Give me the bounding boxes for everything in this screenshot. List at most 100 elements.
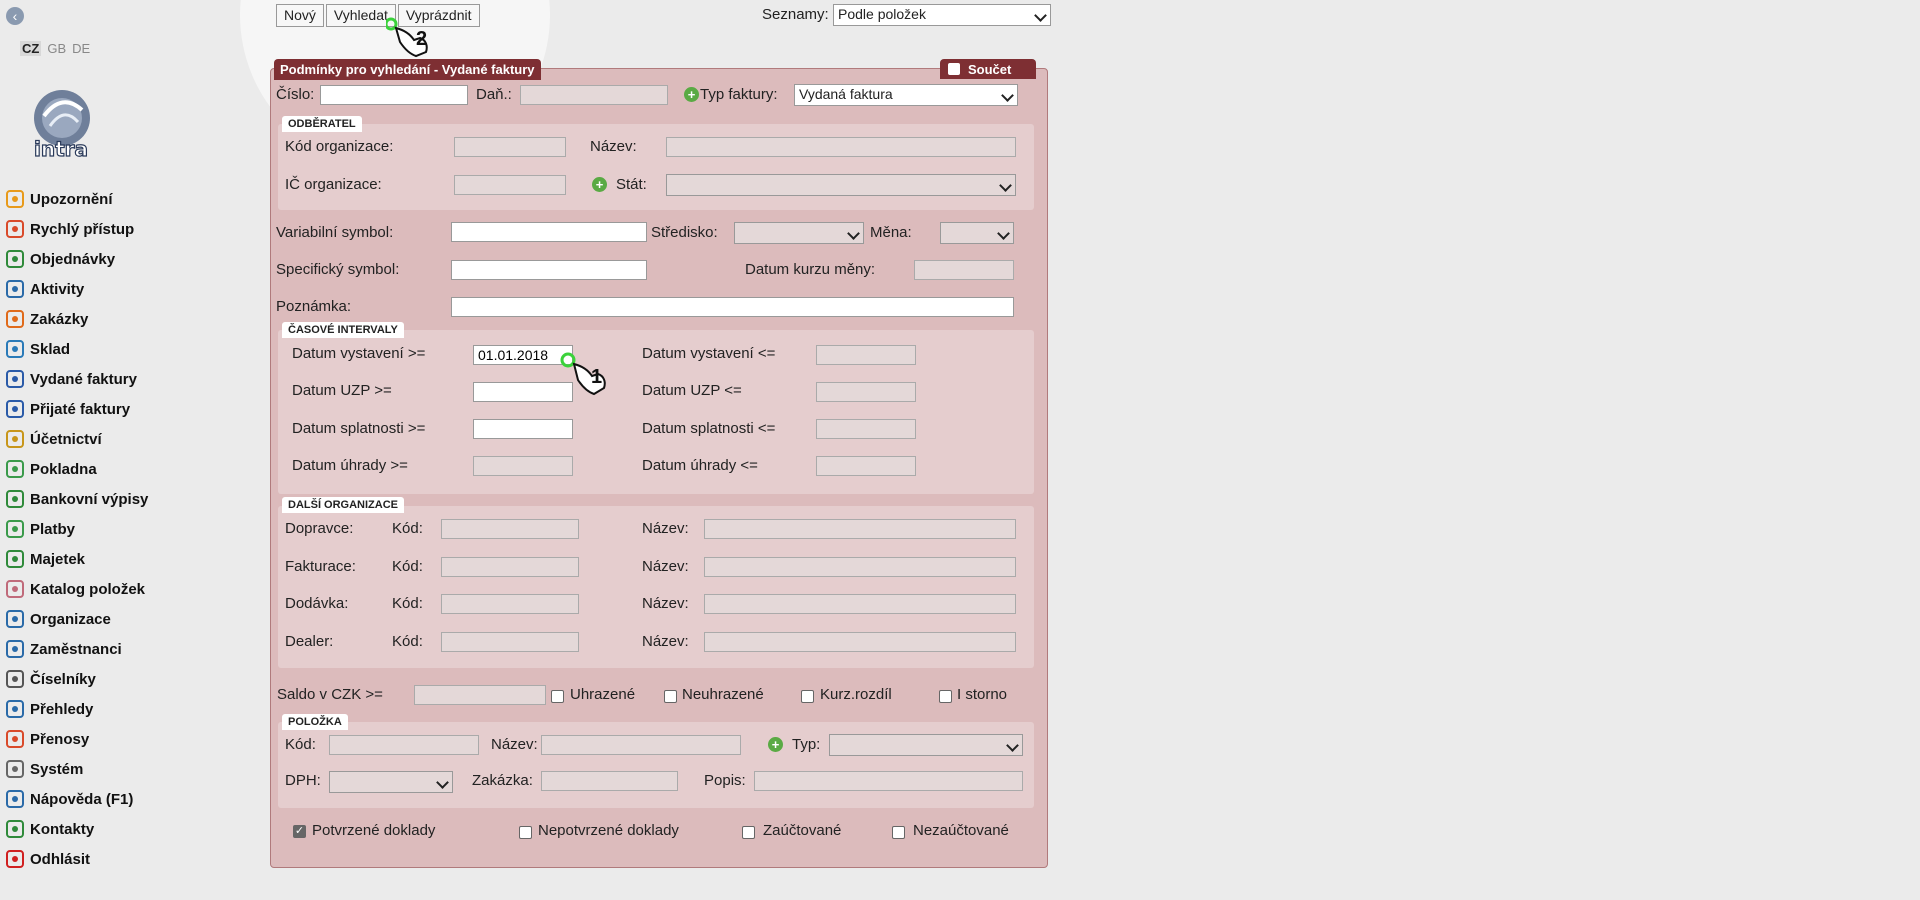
- exchange-date-input[interactable]: [914, 260, 1014, 280]
- menu-item[interactable]: Upozornění: [4, 184, 244, 214]
- menu-item-label: Systém: [30, 760, 84, 778]
- item-code-input[interactable]: [329, 735, 479, 755]
- menu-item[interactable]: Platby: [4, 514, 244, 544]
- bank-icon: [4, 488, 26, 510]
- menu-item[interactable]: Přenosy: [4, 724, 244, 754]
- help-icon: [4, 788, 26, 810]
- menu-item[interactable]: Katalog položek: [4, 574, 244, 604]
- menu-item[interactable]: Nápověda (F1): [4, 784, 244, 814]
- order-input[interactable]: [541, 771, 678, 791]
- org-name-label: Název:: [590, 138, 637, 155]
- tax-input[interactable]: [520, 85, 668, 105]
- other-org-code-input[interactable]: [441, 631, 579, 652]
- power-icon: [4, 848, 26, 870]
- lang-de[interactable]: DE: [72, 41, 90, 56]
- menu-item[interactable]: Zaměstnanci: [4, 634, 244, 664]
- variable-symbol-label: Variabilní symbol:: [276, 224, 394, 241]
- description-input[interactable]: [754, 771, 1023, 791]
- unpaid-checkbox[interactable]: [664, 690, 677, 703]
- menu-item[interactable]: Aktivity: [4, 274, 244, 304]
- invoice-number-input[interactable]: [320, 85, 468, 105]
- language-switcher: CZ GB DE: [20, 41, 96, 56]
- menu-item[interactable]: Pokladna: [4, 454, 244, 484]
- other-org-name-input[interactable]: [704, 594, 1016, 614]
- chevron-down-icon: [997, 227, 1010, 240]
- confirmed-checkbox[interactable]: ✓: [293, 825, 306, 838]
- specific-symbol-input[interactable]: [451, 260, 647, 280]
- other-org-code-input[interactable]: [441, 519, 579, 539]
- country-select[interactable]: [666, 174, 1016, 196]
- menu-item[interactable]: Systém: [4, 754, 244, 784]
- menu-item[interactable]: Odhlásit: [4, 844, 244, 874]
- lists-select[interactable]: Podle položek: [833, 4, 1051, 26]
- back-arrow-icon[interactable]: ‹: [6, 7, 24, 25]
- sum-toggle[interactable]: Součet: [940, 59, 1036, 79]
- menu-item[interactable]: Přehledy: [4, 694, 244, 724]
- uzp-date-from-input[interactable]: [473, 382, 573, 402]
- new-button[interactable]: Nový: [276, 4, 324, 27]
- main-menu: Upozornění Rychlý přístup Objednávky Aktivi…: [4, 184, 244, 874]
- payment-date-to-input[interactable]: [816, 456, 916, 476]
- menu-item[interactable]: Číselníky: [4, 664, 244, 694]
- note-label: Poznámka:: [276, 298, 352, 315]
- add-icon[interactable]: +: [684, 87, 699, 102]
- org-ic-input[interactable]: [454, 175, 566, 195]
- other-org-code-input[interactable]: [441, 594, 579, 614]
- unconfirmed-checkbox[interactable]: [519, 826, 532, 839]
- invoice-type-label: Typ faktury:: [700, 86, 778, 103]
- rate-diff-checkbox[interactable]: [801, 690, 814, 703]
- org-name-input[interactable]: [666, 137, 1016, 157]
- due-date-from-input[interactable]: [473, 419, 573, 439]
- add-icon[interactable]: +: [768, 737, 783, 752]
- svg-text:intra: intra: [34, 137, 88, 160]
- lang-gb[interactable]: GB: [47, 41, 66, 56]
- other-org-name-input[interactable]: [704, 519, 1016, 539]
- cost-center-label: Středisko:: [651, 224, 718, 241]
- payment-icon: [4, 518, 26, 540]
- menu-item[interactable]: Vydané faktury: [4, 364, 244, 394]
- due-date-to-input[interactable]: [816, 419, 916, 439]
- cost-center-select[interactable]: [734, 222, 864, 244]
- uzp-date-to-input[interactable]: [816, 382, 916, 402]
- variable-symbol-input[interactable]: [451, 222, 647, 242]
- paid-checkbox[interactable]: [551, 690, 564, 703]
- invoice-type-select[interactable]: Vydaná faktura: [794, 84, 1018, 106]
- other-org-code-input[interactable]: [441, 556, 579, 577]
- unposted-checkbox[interactable]: [892, 826, 905, 839]
- menu-item-label: Sklad: [30, 340, 71, 358]
- item-name-input[interactable]: [541, 735, 741, 755]
- org-code-input[interactable]: [454, 137, 566, 157]
- menu-item-label: Přehledy: [30, 700, 94, 718]
- menu-item[interactable]: Kontakty: [4, 814, 244, 844]
- menu-item[interactable]: Přijaté faktury: [4, 394, 244, 424]
- other-org-name-input[interactable]: [704, 631, 1016, 652]
- issue-date-from-input[interactable]: [473, 345, 573, 365]
- menu-item[interactable]: Organizace: [4, 604, 244, 634]
- sum-checkbox[interactable]: [948, 63, 960, 75]
- other-org-name-input[interactable]: [704, 556, 1016, 577]
- menu-item[interactable]: Sklad: [4, 334, 244, 364]
- menu-item-label: Aktivity: [30, 280, 85, 298]
- add-icon[interactable]: +: [592, 177, 607, 192]
- payment-date-from-input[interactable]: [473, 456, 573, 476]
- storno-checkbox[interactable]: [939, 690, 952, 703]
- chevron-down-icon: [1006, 739, 1019, 752]
- item-type-select[interactable]: [829, 734, 1023, 756]
- menu-item[interactable]: Bankovní výpisy: [4, 484, 244, 514]
- note-input[interactable]: [451, 297, 1014, 317]
- menu-item[interactable]: Rychlý přístup: [4, 214, 244, 244]
- balance-input[interactable]: [414, 685, 546, 705]
- menu-item[interactable]: Účetnictví: [4, 424, 244, 454]
- vat-select[interactable]: [329, 771, 453, 793]
- posted-checkbox[interactable]: [742, 826, 755, 839]
- issue-date-to-input[interactable]: [816, 345, 916, 365]
- menu-item-label: Přenosy: [30, 730, 90, 748]
- lang-cz[interactable]: CZ: [20, 41, 42, 56]
- tax-label: Daň.:: [476, 86, 512, 103]
- menu-item[interactable]: Zakázky: [4, 304, 244, 334]
- menu-item[interactable]: Objednávky: [4, 244, 244, 274]
- item-section-label: POLOŽKA: [282, 714, 348, 730]
- menu-item[interactable]: Majetek: [4, 544, 244, 574]
- menu-item-label: Zaměstnanci: [30, 640, 122, 658]
- currency-select[interactable]: [940, 222, 1014, 244]
